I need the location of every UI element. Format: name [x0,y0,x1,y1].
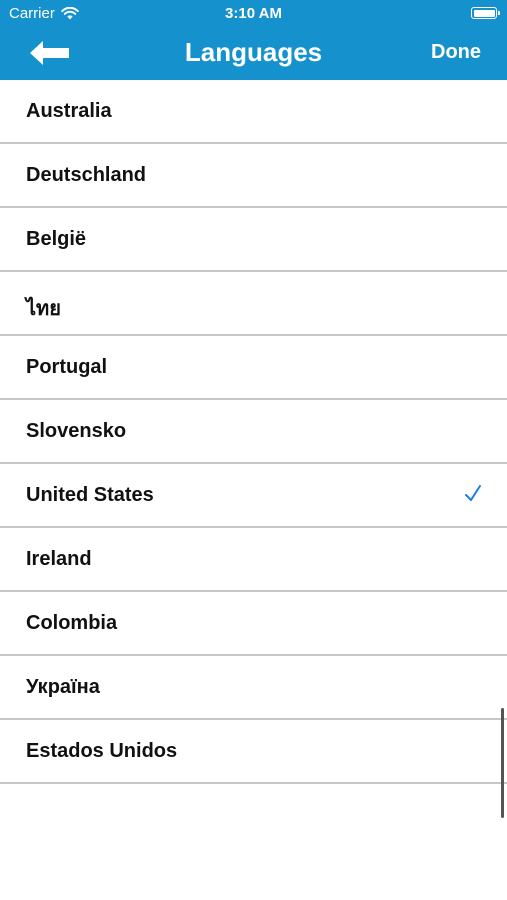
language-label: ไทย [26,298,61,320]
language-row[interactable]: Ireland [0,528,507,592]
navigation-bar: Languages Done [0,28,507,80]
language-row[interactable]: Deutschland [0,144,507,208]
language-row[interactable]: Estados Unidos [0,720,507,784]
language-row[interactable]: ไทย [0,272,507,336]
language-row[interactable]: Україна [0,656,507,720]
language-row[interactable]: Colombia [0,592,507,656]
status-bar: Carrier 3:10 AM [0,0,507,28]
battery-icon [471,7,500,19]
language-label: Ireland [26,548,92,570]
language-label: Slovensko [26,420,127,442]
scrollbar[interactable] [501,708,504,818]
language-label: United States [26,484,154,506]
language-label: België [26,228,87,250]
checkmark-icon [465,485,481,501]
language-label: Colombia [26,612,118,634]
language-label: Portugal [26,356,108,378]
language-label: Australia [26,100,112,122]
language-label: Україна [26,676,100,698]
language-label: Deutschland [26,164,147,186]
language-label: Estados Unidos [26,740,178,762]
language-row[interactable]: België [0,208,507,272]
language-row[interactable]: Slovensko [0,400,507,464]
done-button[interactable]: Done [431,41,481,64]
status-time: 3:10 AM [225,5,282,22]
language-row[interactable]: United States [0,464,507,528]
language-list: Australia Deutschland België ไทย Portugal Slo… [0,80,507,784]
language-row[interactable]: Portugal [0,336,507,400]
language-row[interactable]: Australia [0,80,507,144]
